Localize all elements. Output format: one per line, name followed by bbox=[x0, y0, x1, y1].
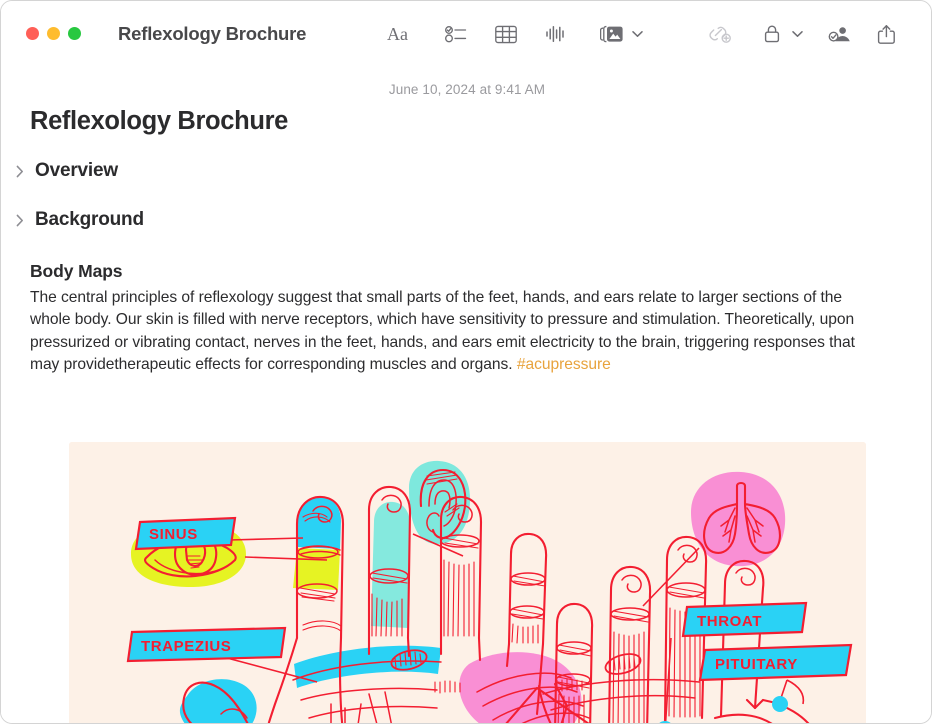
chevron-right-icon[interactable] bbox=[13, 211, 27, 229]
window-toolbar: Reflexology Brochure Aa bbox=[1, 1, 931, 67]
hand-reflexology-illustration[interactable]: .ink { fill:none; stroke:#f31e31; stroke… bbox=[69, 442, 866, 723]
section-overview-label: Overview bbox=[35, 160, 118, 181]
share-button[interactable] bbox=[869, 18, 903, 50]
media-button[interactable] bbox=[595, 18, 629, 50]
section-background[interactable]: Background bbox=[13, 209, 144, 231]
format-text-button[interactable]: Aa bbox=[383, 18, 417, 50]
label-pituitary-text: PITUITARY bbox=[715, 656, 798, 673]
label-sinus-text: SINUS bbox=[149, 526, 198, 543]
table-icon bbox=[495, 25, 517, 44]
lock-chevron-down-icon[interactable] bbox=[789, 18, 805, 50]
body-maps-heading: Body Maps bbox=[30, 261, 123, 281]
maximize-button[interactable] bbox=[68, 27, 81, 40]
toolbar-right-group bbox=[703, 18, 903, 50]
svg-text:Aa: Aa bbox=[387, 24, 408, 44]
collaborate-button[interactable] bbox=[823, 18, 857, 50]
section-overview[interactable]: Overview bbox=[13, 160, 118, 182]
link-add-icon bbox=[708, 24, 732, 44]
section-background-label: Background bbox=[35, 209, 144, 230]
chevron-right-icon[interactable] bbox=[13, 162, 27, 180]
body-paragraph-text: The central principles of reflexology su… bbox=[30, 289, 855, 373]
media-icon bbox=[599, 24, 625, 44]
label-trapezius: TRAPEZIUS bbox=[126, 626, 287, 663]
label-throat: THROAT bbox=[681, 601, 808, 638]
table-button[interactable] bbox=[489, 18, 523, 50]
label-sinus: SINUS bbox=[134, 516, 237, 551]
label-trapezius-text: TRAPEZIUS bbox=[141, 638, 231, 655]
person-check-icon bbox=[828, 24, 853, 44]
window-title: Reflexology Brochure bbox=[118, 23, 307, 44]
traffic-light-controls bbox=[26, 27, 81, 40]
label-throat-text: THROAT bbox=[697, 613, 762, 630]
ear-blob bbox=[409, 460, 471, 544]
pituitary-point bbox=[772, 696, 788, 712]
checklist-icon bbox=[445, 25, 467, 43]
add-link-button[interactable] bbox=[703, 18, 737, 50]
body-paragraph: The central principles of reflexology su… bbox=[30, 287, 878, 376]
note-timestamp: June 10, 2024 at 9:41 AM bbox=[388, 82, 546, 97]
note-title: Reflexology Brochure bbox=[30, 107, 288, 135]
lock-icon bbox=[763, 24, 781, 44]
notes-window: Reflexology Brochure Aa June 10, 2024 at… bbox=[0, 0, 932, 724]
share-icon bbox=[877, 24, 896, 45]
toolbar-left-group: Aa bbox=[383, 18, 645, 50]
note-document[interactable]: June 10, 2024 at 9:41 AM Reflexology Bro… bbox=[1, 67, 931, 723]
close-button[interactable] bbox=[26, 27, 39, 40]
audio-waveform-icon bbox=[545, 24, 567, 44]
label-pituitary: PITUITARY bbox=[698, 643, 853, 682]
hashtag-acupressure[interactable]: #acupressure bbox=[517, 356, 611, 373]
lock-note-button[interactable] bbox=[755, 18, 789, 50]
record-audio-button[interactable] bbox=[539, 18, 573, 50]
checklist-button[interactable] bbox=[439, 18, 473, 50]
media-chevron-down-icon[interactable] bbox=[629, 18, 645, 50]
minimize-button[interactable] bbox=[47, 27, 60, 40]
